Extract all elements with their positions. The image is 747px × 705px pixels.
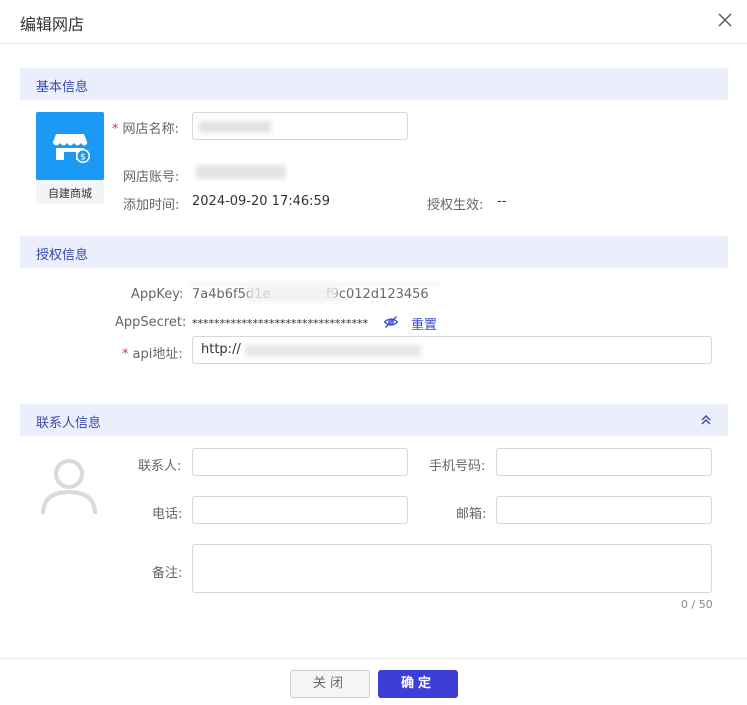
api-address-label-text: api地址: (132, 347, 183, 362)
auth-effective-label: 授权生效: (427, 198, 484, 213)
appsecret-value: ******************************** (192, 317, 368, 330)
remark-char-counter: 0 / 50 (681, 598, 713, 611)
svg-text:$: $ (80, 153, 86, 163)
api-address-label: * api地址: (122, 343, 183, 362)
confirm-button[interactable]: 确定 (378, 670, 458, 698)
eye-hidden-icon[interactable] (383, 314, 399, 330)
shop-account-label: 网店账号: (123, 170, 180, 185)
dialog-footer: 关闭 确定 (0, 658, 747, 705)
reset-secret-link[interactable]: 重置 (411, 314, 437, 333)
appkey-label: AppKey: (131, 287, 184, 302)
api-address-input[interactable]: http:// (192, 336, 712, 364)
added-time-label: 添加时间: (123, 198, 180, 213)
remark-textarea[interactable] (192, 544, 712, 593)
contact-person-label: 联系人: (138, 459, 182, 474)
remark-label: 备注: (152, 566, 183, 581)
redacted-value (199, 121, 271, 133)
phone-label: 电话: (152, 507, 183, 522)
shop-type-label: 自建商城 (48, 187, 92, 200)
appkey-value-tail: f9c012d123456 (326, 287, 429, 302)
section-auth-info: 授权信息 (20, 236, 728, 268)
user-avatar-icon (36, 452, 102, 518)
email-label: 邮箱: (456, 507, 487, 522)
store-icon: $ (36, 112, 104, 180)
appkey-redaction-top (190, 282, 440, 287)
shop-account-value (196, 165, 286, 179)
mobile-label: 手机号码: (429, 459, 486, 474)
dialog-header: 编辑网店 (0, 0, 747, 44)
added-time-value: 2024-09-20 17:46:59 (192, 194, 331, 209)
email-input[interactable] (496, 496, 712, 524)
appsecret-label: AppSecret: (115, 315, 187, 330)
shop-logo: $ 自建商城 (36, 112, 104, 204)
api-address-value: http:// (201, 342, 241, 357)
required-mark: * (112, 122, 119, 137)
shop-name-label-text: 网店名称: (122, 122, 179, 137)
section-title-contact: 联系人信息 (36, 416, 102, 431)
dialog-title: 编辑网店 (20, 15, 85, 34)
edit-shop-dialog: 编辑网店 基本信息 $ 自建商城 * 网店名称: 网店账号: 添加时间: 202… (0, 0, 747, 705)
close-button[interactable]: 关闭 (290, 670, 370, 698)
shop-name-input[interactable] (192, 112, 408, 140)
section-contact-info: 联系人信息 (20, 404, 728, 436)
section-title-basic: 基本信息 (36, 80, 89, 95)
appkey-redaction (248, 286, 338, 302)
auth-effective-value: -- (497, 194, 507, 209)
contact-person-input[interactable] (192, 448, 408, 476)
redacted-value (245, 345, 421, 357)
mobile-input[interactable] (496, 448, 712, 476)
shop-name-label: * 网店名称: (112, 118, 179, 137)
double-chevron-up-icon[interactable] (696, 410, 716, 430)
section-title-auth: 授权信息 (36, 248, 89, 263)
required-mark: * (122, 347, 129, 362)
section-basic-info: 基本信息 (20, 68, 728, 100)
close-icon[interactable] (715, 8, 735, 32)
phone-input[interactable] (192, 496, 408, 524)
